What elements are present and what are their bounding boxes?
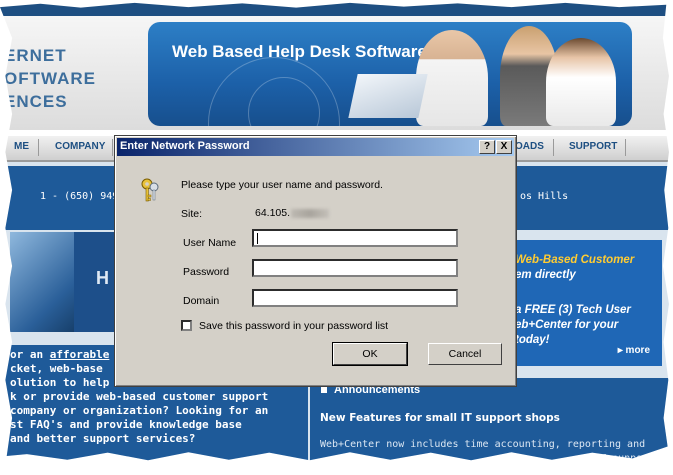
news-text-tail: IT support — [594, 453, 655, 464]
intro-line-6: st FAQ's and provide knowledge base — [10, 418, 242, 431]
logo-line-2: OFTWARE — [4, 69, 96, 88]
news-text: Web+Center now includes time accounting,… — [320, 439, 646, 450]
dialog-title: Enter Network Password — [120, 140, 250, 152]
password-label: Password — [183, 266, 230, 278]
save-password-label[interactable]: Save this password in your password list — [199, 320, 388, 332]
arrow-right-icon: ▸ — [617, 345, 626, 356]
site-value-text: 64.105. — [255, 207, 291, 219]
more-link-label: more — [625, 345, 650, 356]
domain-field[interactable] — [252, 289, 458, 307]
network-password-dialog: Enter Network Password ? X Please type y… — [114, 135, 517, 387]
username-label: User Name — [183, 237, 237, 249]
domain-label: Domain — [183, 295, 220, 307]
close-button[interactable]: X — [496, 140, 512, 154]
screenshot: ERNET OFTWARE ENCES Web Based Help Desk … — [0, 0, 673, 475]
banner-title: Web Based Help Desk Software — [172, 42, 427, 61]
keys-icon — [141, 178, 159, 202]
nav-divider — [553, 139, 554, 156]
ok-button[interactable]: OK — [332, 342, 408, 366]
site-label: Site: — [181, 208, 203, 220]
laptop-graphic — [348, 74, 428, 118]
nav-downloads[interactable]: OADS — [515, 141, 544, 152]
feature-panel-letter: H — [96, 268, 109, 288]
more-link[interactable]: ▸ more — [618, 345, 650, 356]
phone-number: 1 - (650) 949 — [40, 191, 119, 202]
person-photo-3 — [546, 38, 616, 126]
dialog-prompt: Please type your user name and password. — [181, 179, 383, 191]
password-field[interactable] — [252, 259, 458, 277]
top-bar — [0, 2, 669, 16]
intro-line-1: or an afforable — [10, 348, 109, 361]
promo-line-1: Web-Based Customer — [515, 254, 635, 266]
promo-line-3: a FREE (3) Tech User — [515, 304, 631, 316]
text-caret — [257, 233, 258, 244]
bullet-icon — [321, 387, 327, 393]
intro-line-5: company or organization? Looking for an — [10, 404, 269, 417]
location-text: os Hills — [520, 191, 569, 202]
logo-line-1: ERNET — [4, 46, 67, 65]
redacted-ip — [291, 208, 330, 218]
nav-home[interactable]: ME — [14, 141, 29, 152]
intro-line-7: and better support services? — [10, 432, 196, 445]
help-button[interactable]: ? — [479, 140, 495, 154]
intro-line-2: cket, web-base — [10, 362, 103, 375]
logo-line-3: ENCES — [4, 92, 68, 111]
intro-text-start: or an — [10, 348, 44, 361]
team-photo — [10, 232, 74, 332]
nav-company[interactable]: COMPANY — [55, 141, 105, 152]
intro-line-4: k or provide web-based customer support — [10, 390, 269, 403]
promo-line-5: today! — [515, 334, 550, 346]
nav-divider — [38, 139, 39, 156]
afforable-link[interactable]: afforable — [50, 348, 110, 361]
header-banner: Web Based Help Desk Software — [148, 22, 632, 126]
nav-support[interactable]: SUPPORT — [569, 141, 617, 152]
username-field[interactable] — [252, 229, 458, 247]
nav-divider — [625, 139, 626, 156]
site-logo[interactable]: ERNET OFTWARE ENCES — [4, 44, 96, 113]
save-password-checkbox[interactable] — [181, 320, 192, 331]
promo-line-2: em directly — [515, 269, 576, 281]
nav-divider — [112, 139, 113, 156]
news-title[interactable]: New Features for small IT support shops — [320, 412, 560, 424]
intro-line-3: olution to help — [10, 376, 110, 389]
dialog-titlebar[interactable]: Enter Network Password ? X — [117, 138, 514, 156]
cancel-button[interactable]: Cancel — [428, 343, 502, 365]
promo-line-4: eb+Center for your — [515, 319, 619, 331]
site-value: 64.105. — [255, 207, 330, 219]
promo-box[interactable]: Web-Based Customer em directly a FREE (3… — [505, 240, 662, 366]
